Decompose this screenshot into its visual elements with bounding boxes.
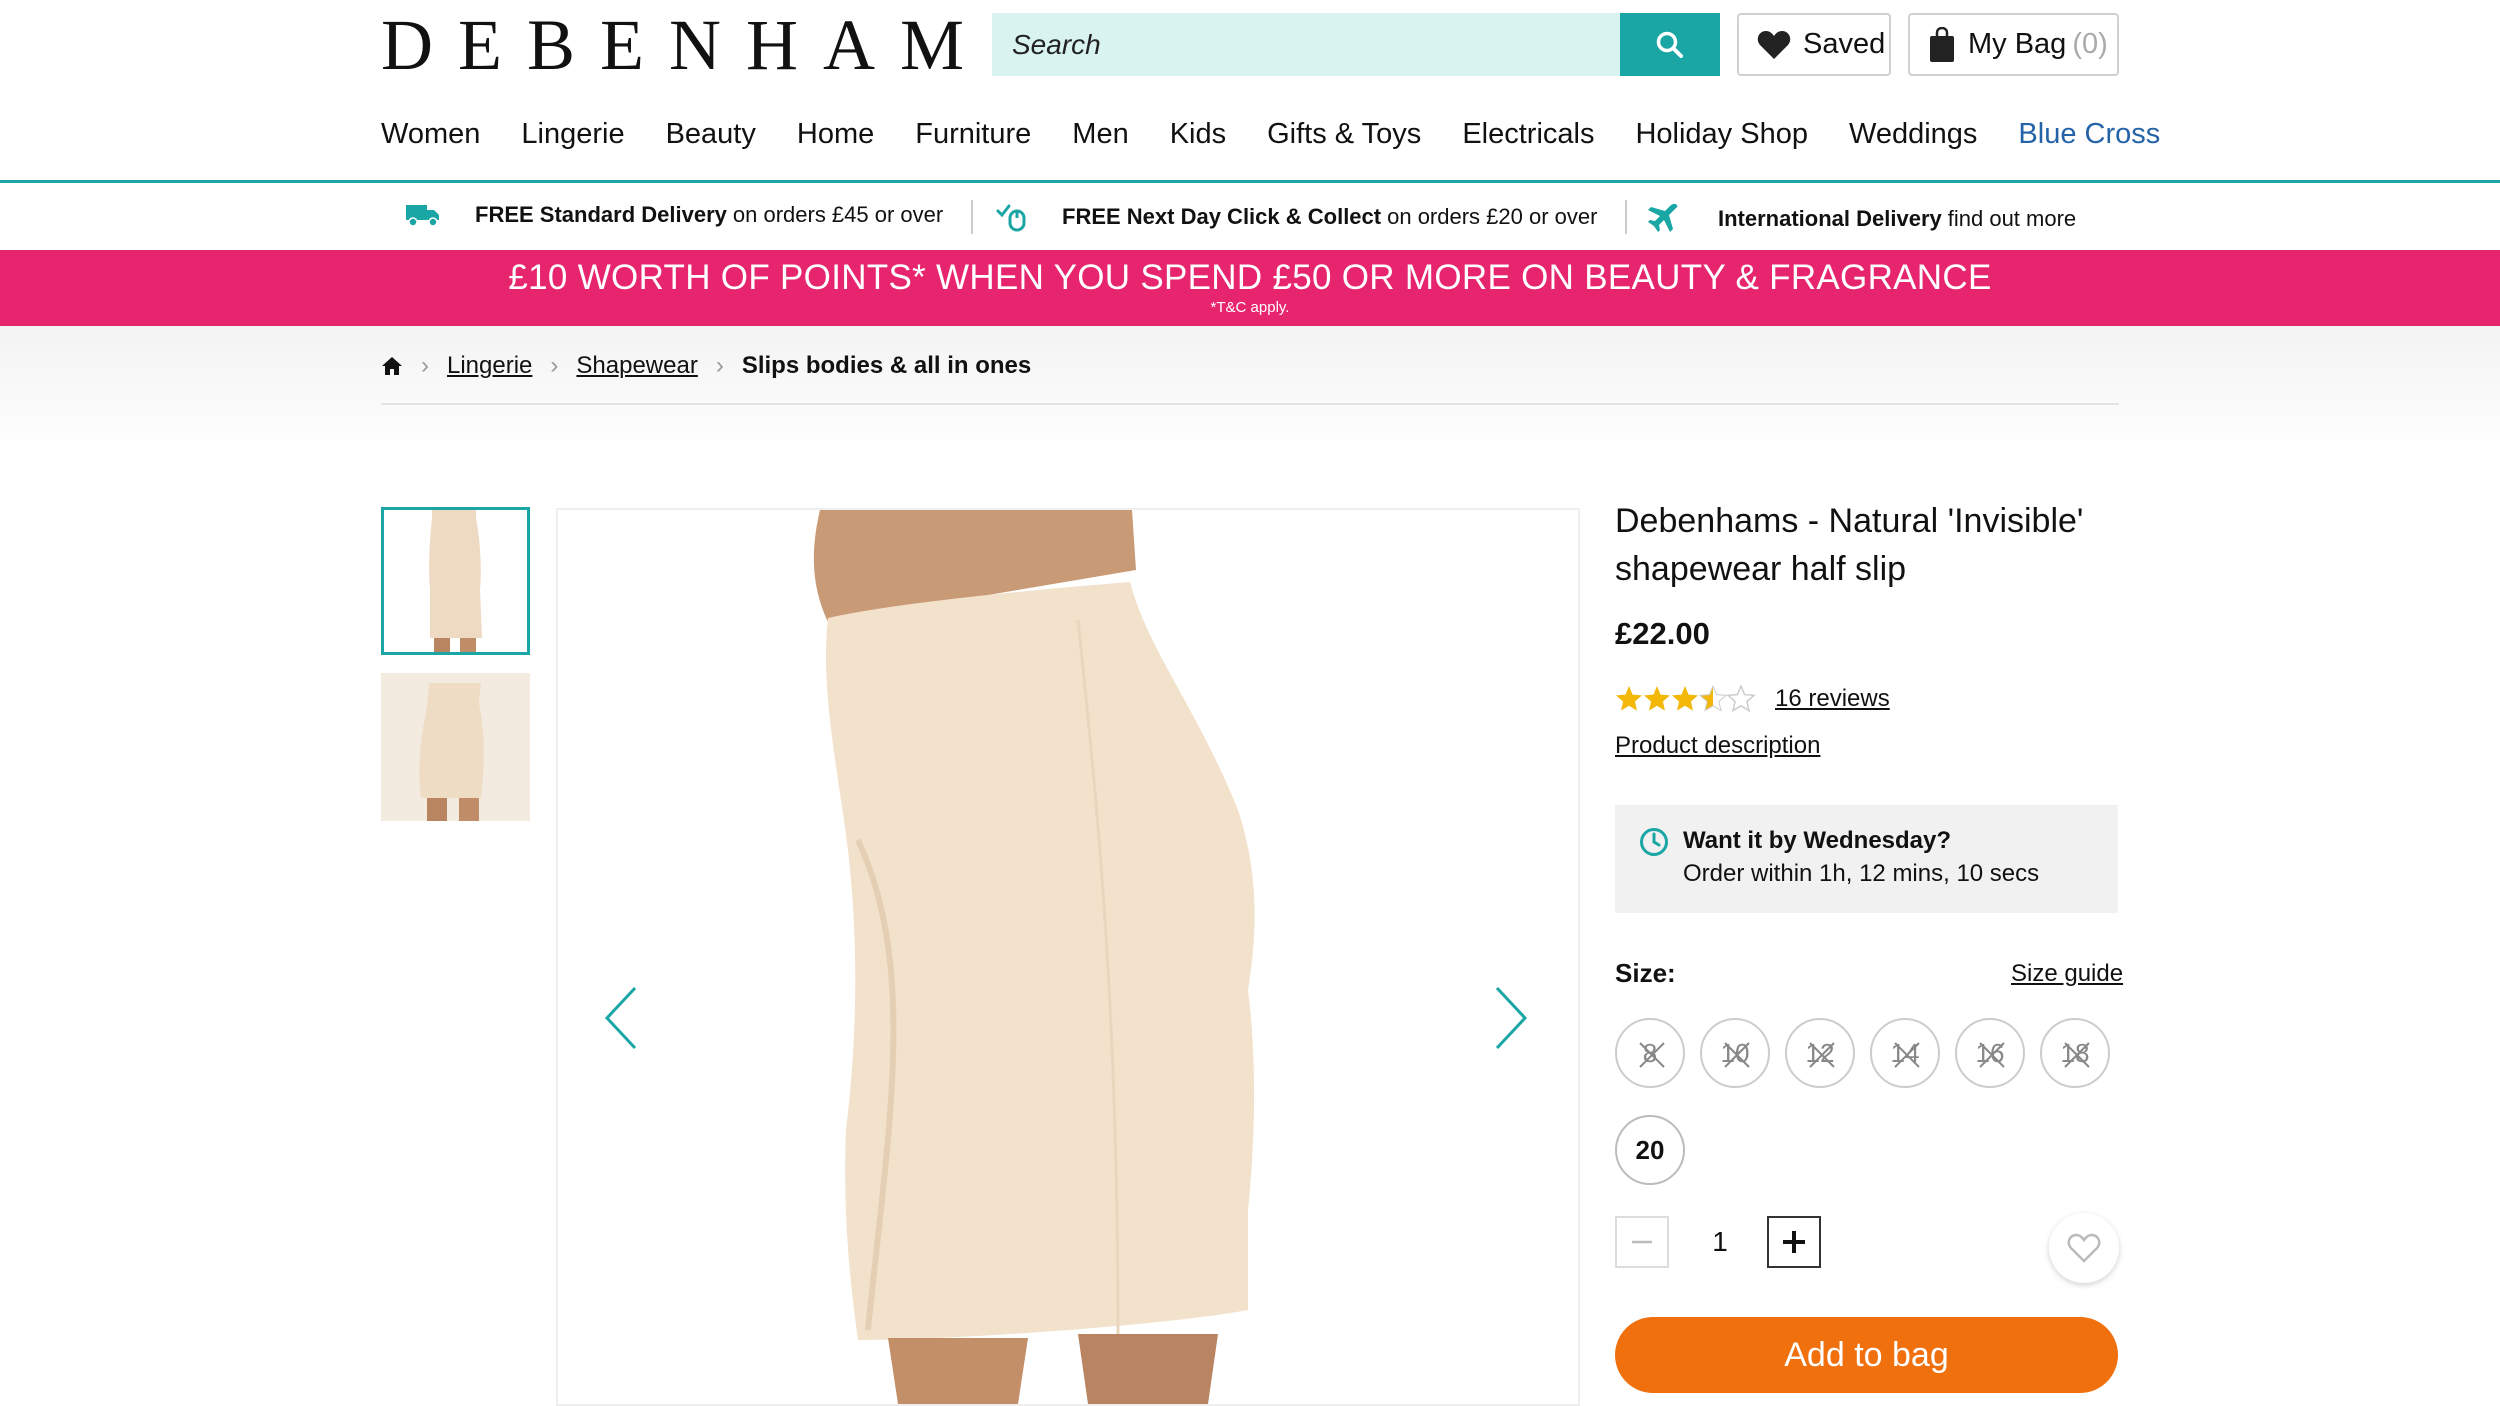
unavailable-cross-icon xyxy=(1724,1042,1750,1068)
delivery-estimate-box: Want it by Wednesday? Order within 1h, 1… xyxy=(1615,805,2118,913)
unavailable-cross-icon xyxy=(2064,1042,2090,1068)
international-delivery-text: find out more xyxy=(1947,206,2077,231)
nav-item-kids[interactable]: Kids xyxy=(1170,118,1226,162)
reviews-link[interactable]: 16 reviews xyxy=(1775,685,1890,713)
airplane-icon xyxy=(1648,203,1678,232)
nav-item-blue-cross[interactable]: Blue Cross xyxy=(2018,118,2160,162)
heart-icon xyxy=(1757,30,1791,59)
chevron-right-icon: › xyxy=(550,352,559,379)
bag-count: (0) xyxy=(2072,28,2108,60)
nav-item-gifts-toys[interactable]: Gifts & Toys xyxy=(1267,118,1421,162)
search-input[interactable] xyxy=(992,13,1620,76)
main-product-image[interactable] xyxy=(556,508,1580,1406)
search-button[interactable] xyxy=(1620,13,1720,76)
breadcrumb-lingerie[interactable]: Lingerie xyxy=(447,352,532,380)
minus-icon xyxy=(1632,1240,1652,1244)
size-option-14[interactable]: 14 xyxy=(1870,1018,1940,1088)
star-rating xyxy=(1616,685,1755,712)
international-delivery-info[interactable]: International Delivery find out more xyxy=(1646,202,2076,236)
divider xyxy=(1625,200,1627,234)
nav-item-beauty[interactable]: Beauty xyxy=(666,118,756,162)
divider xyxy=(971,200,973,234)
saved-button[interactable]: Saved xyxy=(1737,13,1891,76)
size-option-20[interactable]: 20 xyxy=(1615,1115,1685,1185)
product-rating: 16 reviews xyxy=(1615,685,1890,713)
standard-delivery-title: FREE Standard Delivery xyxy=(475,202,727,227)
click-collect-title: FREE Next Day Click & Collect xyxy=(1062,204,1382,229)
chevron-right-icon: › xyxy=(421,352,429,379)
thumbnail-2[interactable] xyxy=(381,673,530,821)
wishlist-button[interactable] xyxy=(2049,1213,2119,1283)
chevron-right-icon: › xyxy=(715,352,724,379)
plus-icon xyxy=(1783,1231,1805,1253)
size-option-16[interactable]: 16 xyxy=(1955,1018,2025,1088)
previous-image-button[interactable] xyxy=(596,978,646,1058)
bag-label: My Bag xyxy=(1968,28,2067,60)
breadcrumb-shapewear[interactable]: Shapewear xyxy=(576,352,697,380)
next-image-button[interactable] xyxy=(1486,978,1536,1058)
size-option-10[interactable]: 10 xyxy=(1700,1018,1770,1088)
nav-item-lingerie[interactable]: Lingerie xyxy=(521,118,624,162)
shopping-bag-icon xyxy=(1930,26,1954,62)
clock-icon xyxy=(1640,828,1668,856)
click-collect-info[interactable]: FREE Next Day Click & Collect on orders … xyxy=(996,202,1597,232)
search-icon xyxy=(1656,31,1683,58)
product-photo xyxy=(558,510,1578,1404)
nav-item-home[interactable]: Home xyxy=(797,118,874,162)
click-collect-text: on orders £20 or over xyxy=(1387,204,1598,229)
thumbnail-1[interactable] xyxy=(381,507,530,655)
standard-delivery-text: on orders £45 or over xyxy=(732,202,944,227)
nav-item-electricals[interactable]: Electricals xyxy=(1462,118,1594,162)
product-description-link[interactable]: Product description xyxy=(1615,732,1820,760)
unavailable-cross-icon xyxy=(1979,1042,2005,1068)
product-price: £22.00 xyxy=(1615,616,1710,651)
bag-button[interactable]: My Bag (0) xyxy=(1908,13,2119,76)
promo-headline: £10 WORTH OF POINTS* WHEN YOU SPEND £50 … xyxy=(508,258,1992,297)
promo-banner[interactable]: £10 WORTH OF POINTS* WHEN YOU SPEND £50 … xyxy=(0,250,2500,326)
nav-item-women[interactable]: Women xyxy=(381,118,480,162)
chevron-right-icon xyxy=(1495,986,1528,1050)
saved-label: Saved xyxy=(1803,28,1886,60)
chevron-left-icon xyxy=(604,986,637,1050)
add-to-bag-button[interactable]: Add to bag xyxy=(1615,1317,2118,1393)
unavailable-cross-icon xyxy=(1894,1042,1920,1068)
breadcrumb-current: Slips bodies & all in ones xyxy=(741,352,1032,379)
delivery-truck-icon xyxy=(406,205,439,227)
home-icon[interactable] xyxy=(381,356,403,376)
size-option-18[interactable]: 18 xyxy=(2040,1018,2110,1088)
breadcrumb-area xyxy=(0,326,2500,456)
product-thumbnail-image xyxy=(384,510,527,652)
size-option-12[interactable]: 12 xyxy=(1785,1018,1855,1088)
quantity-value[interactable]: 1 xyxy=(1700,1226,1740,1258)
nav-item-weddings[interactable]: Weddings xyxy=(1849,118,1977,162)
promo-terms: *T&C apply. xyxy=(1210,299,1290,316)
unavailable-cross-icon xyxy=(1809,1042,1835,1068)
standard-delivery-info[interactable]: FREE Standard Delivery on orders £45 or … xyxy=(405,202,943,228)
delivery-info-bar: FREE Standard Delivery on orders £45 or … xyxy=(0,186,2500,250)
click-collect-icon xyxy=(996,204,1026,232)
unavailable-cross-icon xyxy=(1639,1042,1665,1068)
search-bar xyxy=(992,13,1720,76)
site-header: DEBENHAMS Saved My Bag (0) Women Lingeri… xyxy=(0,0,2500,183)
delivery-estimate-countdown: Order within 1h, 12 mins, 10 secs xyxy=(1683,860,2040,887)
nav-item-furniture[interactable]: Furniture xyxy=(915,118,1031,162)
divider xyxy=(381,403,2119,405)
delivery-estimate-title: Want it by Wednesday? xyxy=(1683,827,1952,854)
breadcrumb: › Lingerie › Shapewear › Slips bodies & … xyxy=(381,352,1031,380)
size-option-8[interactable]: 8 xyxy=(1615,1018,1685,1088)
nav-item-men[interactable]: Men xyxy=(1072,118,1128,162)
main-nav: Women Lingerie Beauty Home Furniture Men… xyxy=(381,118,2201,162)
quantity-decrease-button[interactable] xyxy=(1615,1216,1669,1268)
size-guide-link[interactable]: Size guide xyxy=(2011,960,2123,988)
product-title: Debenhams - Natural 'Invisible' shapewea… xyxy=(1615,502,2084,588)
quantity-increase-button[interactable] xyxy=(1767,1216,1821,1268)
size-option-label: 20 xyxy=(1635,1134,1665,1165)
international-delivery-title: International Delivery xyxy=(1718,206,1942,231)
nav-item-holiday-shop[interactable]: Holiday Shop xyxy=(1635,118,1808,162)
size-label: Size: xyxy=(1615,958,1676,988)
site-logo[interactable]: DEBENHAMS xyxy=(381,8,1054,83)
product-thumbnail-image xyxy=(381,673,530,821)
heart-outline-icon xyxy=(2067,1233,2101,1263)
